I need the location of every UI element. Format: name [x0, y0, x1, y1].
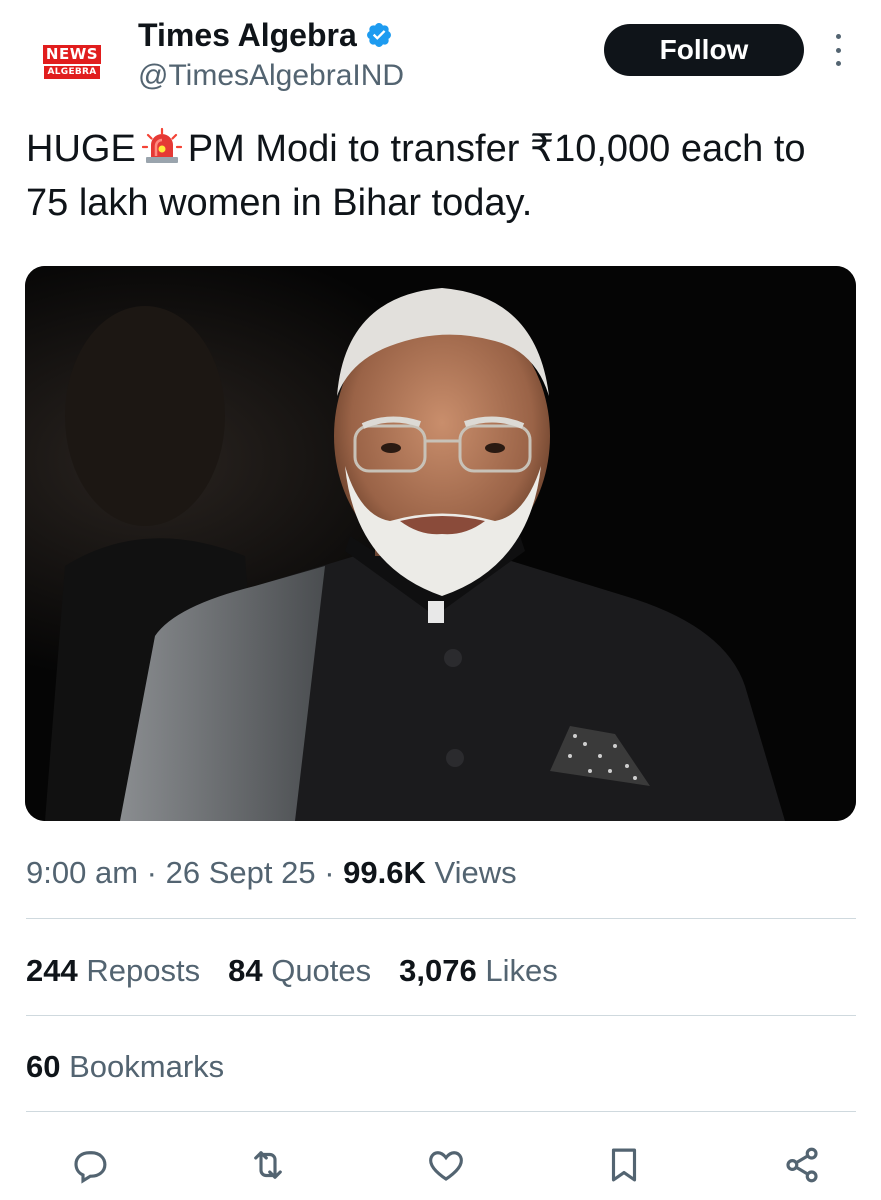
logo-text-top: NEWS — [42, 45, 102, 64]
author-name-row[interactable]: Times Algebra — [138, 16, 404, 54]
author-handle[interactable]: @TimesAlgebraIND — [138, 56, 404, 96]
author-info: Times Algebra @TimesAlgebraIND — [138, 16, 404, 96]
bookmark-button[interactable] — [600, 1141, 648, 1189]
views-label: Views — [434, 855, 517, 890]
quotes-count: 84 — [228, 953, 263, 988]
likes-label: Likes — [485, 953, 558, 988]
quotes-label: Quotes — [271, 953, 372, 988]
reposts-label: Reposts — [86, 953, 201, 988]
reply-icon — [74, 1151, 107, 1184]
more-options-icon[interactable] — [826, 30, 850, 70]
meta-separator: · — [146, 855, 157, 890]
likes-count: 3,076 — [399, 953, 477, 988]
divider — [26, 918, 856, 919]
reposts-stat[interactable]: 244 Reposts — [26, 950, 200, 992]
siren-icon — [141, 127, 182, 163]
logo-text-bottom: ALGEBRA — [44, 66, 100, 79]
tweet-detail: NEWS ALGEBRA Times Algebra @TimesAlgebra… — [0, 0, 881, 1200]
views-count: 99.6K — [343, 855, 426, 890]
likes-stat[interactable]: 3,076 Likes — [399, 950, 558, 992]
photo-man-in-dark-jacket — [25, 266, 856, 821]
share-button[interactable] — [778, 1141, 826, 1189]
bookmarks-count: 60 — [26, 1049, 61, 1084]
share-icon — [786, 1147, 818, 1183]
verified-badge-icon — [366, 23, 391, 47]
divider — [26, 1111, 856, 1112]
bookmarks-stat[interactable]: 60 Bookmarks — [26, 1046, 224, 1088]
repost-icon — [254, 1151, 282, 1179]
follow-button[interactable]: Follow — [604, 24, 804, 76]
divider — [26, 1015, 856, 1016]
like-icon — [429, 1151, 463, 1181]
like-button[interactable] — [422, 1141, 470, 1189]
tweet-text: HUGE PM Modi to transfer ₹10,000 each to… — [26, 122, 826, 230]
bookmarks-label: Bookmarks — [69, 1049, 225, 1084]
tweet-time[interactable]: 9:00 am — [26, 855, 138, 890]
reposts-count: 244 — [26, 953, 78, 988]
author-display-name[interactable]: Times Algebra — [138, 16, 357, 54]
avatar[interactable]: NEWS ALGEBRA — [24, 14, 120, 110]
reply-button[interactable] — [66, 1141, 114, 1189]
tweet-meta: 9:00 am · 26 Sept 25 · 99.6K Views — [26, 852, 517, 894]
tweet-text-start: HUGE — [26, 128, 136, 170]
tweet-date[interactable]: 26 Sept 25 — [166, 855, 316, 890]
tweet-photo[interactable] — [25, 266, 856, 821]
engagement-stats: 244 Reposts 84 Quotes 3,076 Likes — [26, 950, 558, 992]
repost-button[interactable] — [244, 1141, 292, 1189]
bookmark-icon — [611, 1148, 637, 1182]
action-bar — [66, 1140, 826, 1190]
meta-separator: · — [324, 855, 335, 890]
quotes-stat[interactable]: 84 Quotes — [228, 950, 371, 992]
